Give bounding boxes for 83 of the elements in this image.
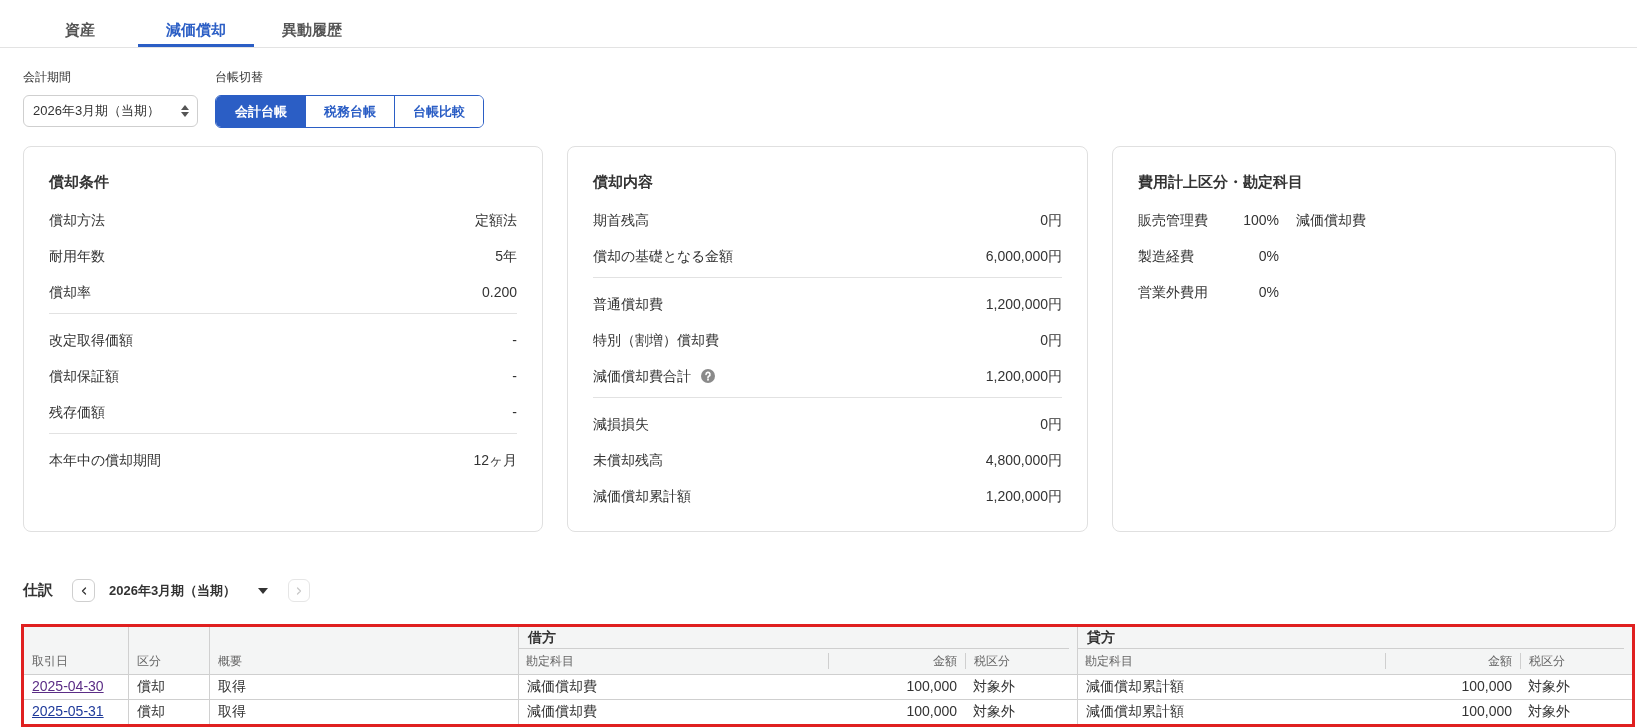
allocation-share: 100% <box>1242 210 1279 230</box>
table-cell: 取得 <box>209 674 518 699</box>
table-cell: 減価償却累計額 <box>1077 674 1385 699</box>
table-cell: 取得 <box>209 699 518 724</box>
card-title: 費用計上区分・勘定科目 <box>1138 172 1304 192</box>
allocation-share: 0% <box>1257 282 1279 302</box>
table-cell: 100,000 <box>828 699 965 724</box>
row-value: 0.200 <box>481 282 517 302</box>
row-label: 減価償却累計額 <box>593 486 691 506</box>
table-cell: 100,000 <box>828 674 965 699</box>
row-value: 6,000,000円 <box>985 246 1062 266</box>
period-select[interactable]: 2026年3月期（当期） <box>23 95 198 127</box>
row-value: 1,200,000円 <box>985 294 1062 314</box>
row-value: 0円 <box>1040 210 1062 230</box>
column-header: 区分 <box>128 627 209 674</box>
table-cell: 減価償却費 <box>518 699 828 724</box>
tab[interactable]: 減価償却 <box>138 0 254 47</box>
ledger-toggle-button[interactable]: 台帳比較 <box>394 96 483 127</box>
row-value: 5年 <box>495 246 517 266</box>
row-value: - <box>512 366 517 386</box>
expense-category: 営業外費用 <box>1138 282 1209 302</box>
table-cell: 減価償却累計額 <box>1077 699 1385 724</box>
expense-category: 販売管理費 <box>1138 210 1209 230</box>
row-label: 減価償却費合計 <box>593 366 691 386</box>
caret-down-icon <box>258 587 269 594</box>
column-header: 取引日 <box>24 627 128 674</box>
column-header: 税区分 <box>965 649 1077 674</box>
column-header: 金額 <box>1385 649 1520 674</box>
row-label: 普通償却費 <box>593 294 663 314</box>
field-label: 会計期間 <box>23 69 72 85</box>
tab[interactable]: 資産 <box>22 0 138 47</box>
row-label: 償却方法 <box>49 210 105 230</box>
table-cell: 100,000 <box>1385 699 1520 724</box>
column-header: 金額 <box>828 649 965 674</box>
row-label: 期首残高 <box>593 210 649 230</box>
table-cell: 償却 <box>128 674 209 699</box>
row-label: 償却率 <box>49 282 91 302</box>
row-label: 本年中の償却期間 <box>49 450 161 470</box>
row-label: 特別（割増）償却費 <box>593 330 719 350</box>
table-cell: 償却 <box>128 699 209 724</box>
date-link[interactable]: 2025-05-31 <box>32 703 104 720</box>
ledger-toggle-button[interactable]: 会計台帳 <box>216 96 305 127</box>
previous-period-button[interactable] <box>72 579 95 602</box>
up-down-arrow-icon <box>181 105 189 117</box>
table-cell: 対象外 <box>1520 674 1633 699</box>
column-header: 勘定科目 <box>1077 649 1385 674</box>
row-label: 残存価額 <box>49 402 105 422</box>
column-header: 税区分 <box>1520 649 1633 674</box>
row-label: 未償却残高 <box>593 450 663 470</box>
row-label: 耐用年数 <box>49 246 105 266</box>
row-value: 1,200,000円 <box>985 366 1062 386</box>
column-group-header: 借方 <box>518 627 1077 649</box>
period-dropdown[interactable]: 2026年3月期（当期） <box>109 580 269 601</box>
row-value: 定額法 <box>475 210 517 230</box>
column-header: 概要 <box>209 627 518 674</box>
field-label: 台帳切替 <box>215 69 264 85</box>
card-title: 償却内容 <box>593 172 654 192</box>
row-label: 償却保証額 <box>49 366 119 386</box>
table-cell: 減価償却費 <box>518 674 828 699</box>
row-value: 12ヶ月 <box>473 450 517 470</box>
account-name: 減価償却費 <box>1296 210 1366 230</box>
row-label: 償却の基礎となる金額 <box>593 246 733 266</box>
allocation-share: 0% <box>1257 246 1279 266</box>
row-label: 減損損失 <box>593 414 649 434</box>
table-cell: 対象外 <box>965 699 1077 724</box>
row-value: - <box>512 330 517 350</box>
expense-category: 製造経費 <box>1138 246 1195 266</box>
tab[interactable]: 異動履歴 <box>254 0 370 47</box>
section-title: 仕訳 <box>23 580 53 601</box>
table-cell: 対象外 <box>965 674 1077 699</box>
column-header: 勘定科目 <box>518 649 828 674</box>
row-value: 1,200,000円 <box>985 486 1062 506</box>
row-value: 0円 <box>1040 330 1062 350</box>
table-cell: 対象外 <box>1520 699 1633 724</box>
table-cell: 100,000 <box>1385 674 1520 699</box>
card-title: 償却条件 <box>49 172 110 192</box>
row-value: - <box>512 402 517 422</box>
help-icon[interactable] <box>701 369 715 383</box>
row-value: 0円 <box>1040 414 1062 434</box>
row-value: 4,800,000円 <box>985 450 1062 470</box>
row-label: 改定取得価額 <box>49 330 133 350</box>
column-group-header: 貸方 <box>1077 627 1633 649</box>
date-link[interactable]: 2025-04-30 <box>32 678 104 694</box>
